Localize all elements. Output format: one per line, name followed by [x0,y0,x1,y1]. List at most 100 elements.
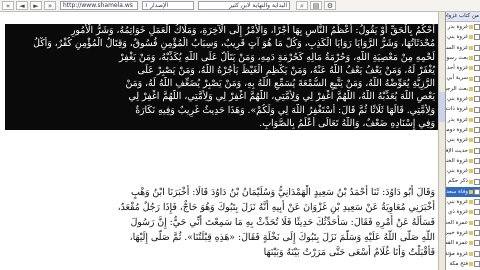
tree-item[interactable]: غزوة بني لحيان [446,197,480,207]
checkbox-icon[interactable] [474,116,480,123]
tree-item-label: سرية أبي سلمة [446,75,468,82]
text-line: أَخْبَرَنِي مُعَاوِيَةُ عَنْ سَعِيدِ بْن… [117,202,435,213]
tree-item[interactable]: غزوة ذي قرد [446,207,480,217]
tree-item-label: غزوة بني النضير [446,96,468,103]
book-title-field[interactable]: البداية والنهاية لابن كثير [198,1,290,10]
folder-icon [469,35,473,40]
checkbox-icon[interactable] [474,219,480,226]
book-text-pane[interactable]: أَحْكُمُ بِالْحَقِّ أَوْ يَقُولُ: أَعْظَ… [0,12,439,270]
last-page-button[interactable]: » [44,1,56,10]
checkbox-icon[interactable] [474,168,480,175]
tree-item-label: غزوة الخندق [446,157,468,164]
tree-item[interactable]: عمرة الحديبية [446,218,480,228]
folder-icon [469,117,473,122]
tree-item[interactable]: بعث الرجيع [446,84,480,94]
checkbox-icon[interactable] [474,96,480,103]
checkbox-icon[interactable] [474,260,480,267]
tree-item-label: غزوة بني لحيان [446,199,468,206]
tree-item[interactable]: سرية أبي سلمة [446,73,480,83]
checkbox-icon[interactable] [474,55,480,62]
checkbox-icon[interactable] [474,44,480,51]
text-line: يُغْفَرْ لَهُ، وَمَنْ يَعْفُ يَعْفُ اللَ… [5,63,438,78]
tree-item-label: غزوة ذي قرد [446,209,468,216]
tree-item[interactable]: بعث رسول الله [446,53,480,63]
checkbox-icon[interactable] [474,230,480,237]
text-line: وَلِأُمَّتِي. قَالَهَا ثَلَاثًا ثُمَّ قَ… [5,103,438,118]
checkbox-icon[interactable] [474,158,480,164]
folder-icon [469,138,473,143]
tree-item[interactable]: غزوة أحد [446,63,480,73]
tree-item[interactable]: وفاة سعد بن معاذ [446,186,480,198]
toolbar: « ◄ ► » http://www.shamela.ws الإصدار ١ … [0,0,480,12]
settings-icon[interactable]: ⚙ [324,1,336,10]
checkbox-icon[interactable] [474,106,480,113]
checkbox-icon[interactable] [474,137,480,144]
checkbox-icon[interactable] [474,250,480,257]
text-line: مُحْدَثَاتُهَا، وَشَرُّ الرَّوَايَا رَوَ… [5,37,438,51]
folder-icon [469,220,473,225]
first-page-button[interactable]: « [2,1,14,10]
checkbox-icon[interactable] [474,65,480,72]
folder-icon [469,128,473,133]
folder-icon [469,97,473,102]
tree-item[interactable]: غزوة بني قريظة [446,166,480,176]
address-field[interactable]: http://www.shamela.ws [60,1,138,10]
checkbox-icon[interactable] [474,24,480,31]
tree-item-label: بعث رسول الله [446,54,468,61]
folder-icon [469,169,473,174]
folder-icon [469,107,473,112]
tree-item[interactable]: غزوة الخندق [446,156,480,166]
folder-icon [469,76,473,81]
tree-item-label: غزوة ذات الرقاع [446,106,468,113]
tree-item-label: ذكر حكم سعد [446,178,468,185]
tree-item[interactable]: غزوة بدر [446,22,480,32]
selected-text-block[interactable]: أَحْكُمُ بِالْحَقِّ أَوْ يَقُولُ: أَعْظَ… [5,24,438,174]
tree-item[interactable]: غزوة مؤتة [446,249,480,259]
body-text-block[interactable]: وَقَالَ أَبُو دَاوُدَ: ثَنَا أَحْمَدُ بْ… [5,185,438,270]
tree-item[interactable]: غزوة بني قينقاع [446,32,480,42]
tree-item[interactable]: غزوة ذات الرقاع [446,104,480,114]
checkbox-icon[interactable] [474,209,480,216]
tree-item[interactable]: حديث الإفك [446,146,480,156]
chapters-tree: من كتاب غزوات الرسول غزوة بدر غزوة بني قي… [445,12,480,270]
tree-item[interactable]: غزوة بني المصطلق [446,135,480,145]
tree-item-label: غزوة دومة الجندل [446,126,468,133]
print-icon[interactable]: ▤ [310,1,322,10]
checkbox-icon[interactable] [474,85,480,92]
tree-item[interactable]: عمرة القضاء [446,238,480,248]
folder-icon [469,189,473,194]
tree-item-label: عمرة الحديبية [446,219,468,226]
tree-item[interactable]: غزوة دومة الجندل [446,125,480,135]
version-field[interactable]: الإصدار ١ [142,1,194,10]
checkbox-icon[interactable] [474,240,480,247]
search-icon[interactable]: ⌕ [296,1,308,10]
tree-item[interactable]: ذكر حكم سعد [446,176,480,186]
tree-item-label: غزوة بني قريظة [446,168,468,175]
tree-item-label: بعث الرجيع [446,85,468,92]
checkbox-icon[interactable] [474,188,480,195]
tree-item[interactable]: غزوة خيبر [446,228,480,238]
forward-button[interactable]: ► [30,1,42,10]
text-line: يَعْصِ اللَّهَ يُعَذِّبْهُ اللَّهُ، اللَ… [5,90,438,104]
folder-icon [469,159,473,163]
checkbox-icon[interactable] [474,147,480,154]
tree-item[interactable]: غزوة السويق [446,43,480,53]
checkbox-icon[interactable] [474,127,480,134]
tree-item-label: غزوة السويق [446,44,468,51]
tree-item[interactable]: فتح مكة [446,259,480,269]
text-line: الرَّزِيَّةِ يُعَوِّضْهُ اللَّهُ، وَمَنْ… [5,77,438,91]
tree-header: من كتاب غزوات الرسول [446,12,480,22]
checkbox-icon[interactable] [474,178,480,185]
tree-item-label: حديث الإفك [446,147,468,154]
vertical-scrollbar[interactable] [438,12,445,270]
checkbox-icon[interactable] [474,75,480,82]
tree-item-label: غزوة بدر الآخرة [446,116,468,123]
back-button[interactable]: ◄ [16,1,28,10]
folder-icon [469,231,473,236]
tree-item[interactable]: غزوة بني النضير [446,94,480,104]
tree-item-label: وفاة سعد بن معاذ [446,188,468,195]
checkbox-icon[interactable] [474,199,480,206]
tree-item[interactable]: غزوة بدر الآخرة [446,115,480,125]
checkbox-icon[interactable] [474,34,480,41]
folder-icon [469,45,473,50]
